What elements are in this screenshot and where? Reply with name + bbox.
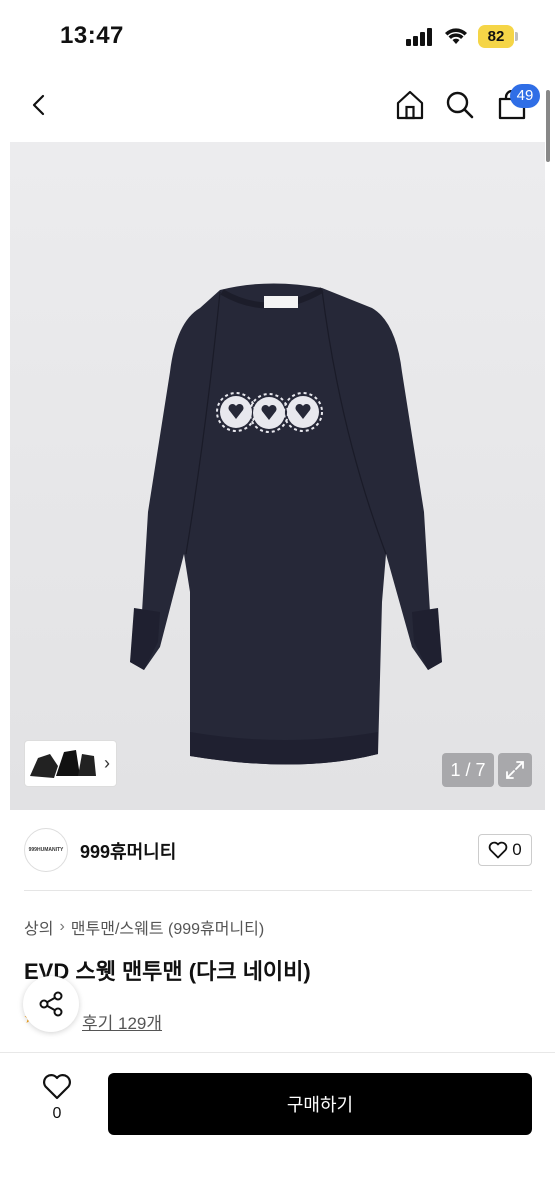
review-link[interactable]: 후기 129개 <box>82 1009 162 1034</box>
chevron-right-icon: › <box>59 918 65 935</box>
expand-icon <box>506 761 524 779</box>
share-icon <box>39 991 63 1017</box>
wishlist-button[interactable]: 0 <box>34 1073 80 1133</box>
status-time: 13:47 <box>60 22 124 49</box>
thumbnail-chevron-icon: › <box>104 753 110 773</box>
signal-icon <box>406 28 434 46</box>
seller-row[interactable]: 999HUMANITY 999휴머니티 0 <box>24 826 532 874</box>
thumbnail-image <box>30 749 96 778</box>
share-button[interactable] <box>23 976 79 1032</box>
back-icon <box>32 94 45 116</box>
home-button[interactable] <box>388 83 432 127</box>
heart-icon <box>43 1074 71 1100</box>
store-like-button[interactable]: 0 <box>478 834 532 866</box>
cart-count-badge: 49 <box>510 84 540 108</box>
bottom-action-bar: 0 구매하기 <box>0 1052 555 1200</box>
battery-tip <box>515 32 518 41</box>
breadcrumb-item-category[interactable]: 상의 <box>24 915 53 939</box>
product-image-gallery[interactable]: › 1 / 7 <box>10 142 545 810</box>
page-indicator: 1 / 7 <box>442 753 494 787</box>
seller-avatar[interactable]: 999HUMANITY <box>24 828 68 872</box>
search-icon <box>446 91 474 119</box>
divider <box>24 890 532 891</box>
search-button[interactable] <box>438 83 482 127</box>
wishlist-count: 0 <box>52 1105 62 1122</box>
back-button[interactable] <box>18 83 62 127</box>
seller-name[interactable]: 999휴머니티 <box>80 838 176 864</box>
product-image <box>130 283 442 765</box>
breadcrumb-item-subcategory[interactable]: 맨투맨/스웨트 (999휴머니티) <box>71 915 264 939</box>
thumbnail-strip[interactable]: › <box>24 740 117 787</box>
nav-bar: 49 <box>0 70 555 140</box>
home-icon <box>396 90 424 120</box>
wifi-icon <box>444 26 468 46</box>
buy-button[interactable]: 구매하기 <box>108 1073 532 1135</box>
scrollbar-thumb[interactable] <box>546 90 550 162</box>
heart-icon <box>488 841 508 859</box>
status-bar: 13:47 82 <box>0 0 555 70</box>
expand-button[interactable] <box>498 753 532 787</box>
breadcrumb: 상의 › 맨투맨/스웨트 (999휴머니티) <box>24 915 264 939</box>
store-like-count: 0 <box>512 840 522 859</box>
battery-level: 82 <box>478 25 514 48</box>
